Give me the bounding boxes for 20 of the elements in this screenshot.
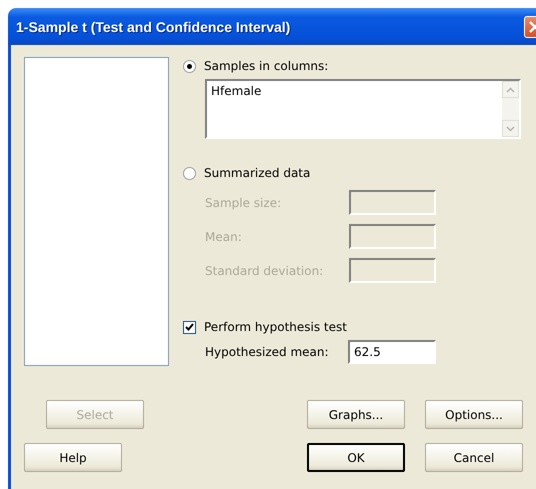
variable-list[interactable] [24, 57, 169, 366]
input-field[interactable]: 62.5 [348, 340, 436, 364]
field-label: Standard deviation: [205, 264, 324, 278]
dialog-button[interactable]: Options... [425, 400, 523, 429]
radio-button[interactable] [183, 60, 196, 72]
dialog-button[interactable]: Graphs... [307, 400, 405, 429]
checkbox-label: Perform hypothesis test [204, 320, 347, 334]
field-label: Sample size: [205, 196, 282, 210]
dialog-button[interactable]: OK [307, 443, 405, 472]
radio-button[interactable] [183, 166, 196, 180]
window-title: 1-Sample t (Test and Confidence Interval) [16, 18, 290, 34]
field-label: Mean: [205, 230, 243, 244]
field-label: Hypothesized mean: [205, 345, 330, 359]
checkbox[interactable] [183, 320, 196, 334]
radio-label: Samples in columns: [204, 59, 328, 73]
dialog-button[interactable]: Help [24, 443, 122, 472]
chevron-down-icon [506, 126, 515, 132]
radio-label: Summarized data [204, 166, 310, 180]
chevron-up-icon [506, 86, 515, 92]
dialog-button[interactable]: Cancel [425, 443, 523, 472]
